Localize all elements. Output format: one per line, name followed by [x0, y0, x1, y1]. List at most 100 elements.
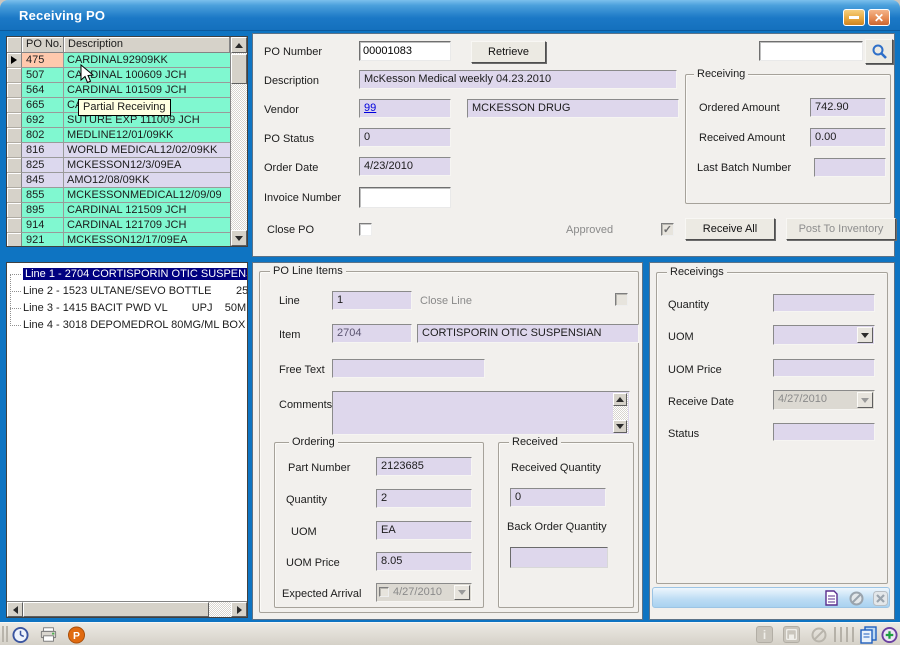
row-selector[interactable]	[7, 98, 22, 113]
po-no-cell[interactable]: 475	[22, 53, 64, 68]
line-field[interactable]: 1	[332, 291, 412, 310]
po-no-cell[interactable]: 845	[22, 173, 64, 188]
received-quantity-field[interactable]: 0	[510, 488, 606, 507]
uom-price-field[interactable]: 8.05	[376, 552, 472, 571]
po-no-cell[interactable]: 914	[22, 218, 64, 233]
scroll-up-button[interactable]	[613, 393, 627, 406]
comments-scrollbar[interactable]	[613, 393, 628, 433]
rcv-status-field[interactable]	[773, 423, 875, 441]
scroll-up-button[interactable]	[231, 37, 247, 53]
table-row[interactable]: 507CARDINAL 100609 JCH	[7, 68, 247, 83]
row-selector[interactable]	[7, 128, 22, 143]
po-status-field[interactable]: 0	[359, 128, 451, 147]
description-cell[interactable]: WORLD MEDICAL12/02/09KK	[64, 143, 232, 158]
row-selector[interactable]	[7, 143, 22, 158]
scroll-right-button[interactable]	[231, 602, 247, 617]
table-row[interactable]: 845AMO12/08/09KK	[7, 173, 247, 188]
retrieve-button[interactable]: Retrieve	[471, 41, 546, 63]
table-row[interactable]: 816WORLD MEDICAL12/02/09KK	[7, 143, 247, 158]
row-selector[interactable]	[7, 188, 22, 203]
scrollbar-thumb[interactable]	[23, 602, 209, 617]
tree-item[interactable]: Line 2 - 1523 ULTANE/SEVO BOTTLE 250	[7, 283, 247, 300]
description-column-header[interactable]: Description	[64, 37, 230, 53]
po-no-cell[interactable]: 825	[22, 158, 64, 173]
row-selector[interactable]	[7, 173, 22, 188]
grid-vertical-scrollbar[interactable]	[230, 37, 247, 246]
item-name-field[interactable]: CORTISPORIN OTIC SUSPENSIAN	[417, 324, 639, 343]
printer-icon[interactable]	[40, 626, 57, 643]
table-row[interactable]: 475CARDINAL92909KK	[7, 53, 247, 68]
row-selector[interactable]	[7, 233, 22, 247]
po-no-cell[interactable]: 802	[22, 128, 64, 143]
quantity-field[interactable]: 2	[376, 489, 472, 508]
back-order-quantity-field[interactable]	[510, 547, 608, 568]
description-cell[interactable]: CARDINAL 121709 JCH	[64, 218, 232, 233]
receive-all-button[interactable]: Receive All	[685, 218, 775, 240]
scrollbar-thumb[interactable]	[231, 54, 247, 84]
po-no-cell[interactable]: 564	[22, 83, 64, 98]
vendor-code-link[interactable]: 99	[364, 102, 376, 114]
po-no-cell[interactable]: 692	[22, 113, 64, 128]
order-date-field[interactable]: 4/23/2010	[359, 157, 451, 176]
ordered-amount-field[interactable]: 742.90	[810, 98, 886, 117]
close-button[interactable]: ✕	[868, 9, 890, 26]
add-icon[interactable]	[881, 626, 898, 643]
row-selector[interactable]	[7, 158, 22, 173]
copy-icon[interactable]	[858, 626, 878, 643]
document-icon[interactable]	[823, 590, 839, 606]
rcv-uom-combo[interactable]	[773, 325, 875, 345]
row-selector[interactable]	[7, 83, 22, 98]
row-selector[interactable]	[7, 113, 22, 128]
description-cell[interactable]: MCKESSON12/3/09EA	[64, 158, 232, 173]
minimize-button[interactable]	[843, 9, 865, 26]
description-cell[interactable]: MCKESSON12/17/09EA	[64, 233, 232, 247]
tree-horizontal-scrollbar[interactable]	[7, 601, 247, 617]
description-cell[interactable]: MCKESSONMEDICAL12/09/09	[64, 188, 232, 203]
part-number-field[interactable]: 2123685	[376, 457, 472, 476]
post-to-inventory-button[interactable]: Post To Inventory	[786, 218, 896, 240]
table-row[interactable]: 921MCKESSON12/17/09EA	[7, 233, 247, 247]
uom-field[interactable]: EA	[376, 521, 472, 540]
free-text-field[interactable]	[332, 359, 485, 378]
table-row[interactable]: 855MCKESSONMEDICAL12/09/09	[7, 188, 247, 203]
close-po-checkbox[interactable]	[359, 223, 372, 236]
description-cell[interactable]: MEDLINE12/01/09KK	[64, 128, 232, 143]
tree-item[interactable]: Line 1 - 2704 CORTISPORIN OTIC SUSPENSIA…	[7, 266, 247, 283]
received-amount-field[interactable]: 0.00	[810, 128, 886, 147]
dropdown-button[interactable]	[857, 327, 873, 343]
search-button[interactable]	[865, 39, 893, 64]
rcv-uom-price-field[interactable]	[773, 359, 875, 377]
row-selector[interactable]	[7, 53, 22, 68]
row-selector[interactable]	[7, 68, 22, 83]
po-no-cell[interactable]: 855	[22, 188, 64, 203]
table-row[interactable]: 802MEDLINE12/01/09KK	[7, 128, 247, 143]
scroll-down-button[interactable]	[613, 420, 627, 433]
comments-field[interactable]	[332, 391, 630, 435]
row-selector[interactable]	[7, 218, 22, 233]
po-no-cell[interactable]: 665	[22, 98, 64, 113]
scroll-down-button[interactable]	[231, 230, 247, 246]
table-row[interactable]: 914CARDINAL 121709 JCH	[7, 218, 247, 233]
table-row[interactable]: 825MCKESSON12/3/09EA	[7, 158, 247, 173]
description-field[interactable]: McKesson Medical weekly 04.23.2010	[359, 70, 677, 89]
row-selector[interactable]	[7, 203, 22, 218]
vendor-code-field[interactable]: 99	[359, 99, 451, 118]
last-batch-number-field[interactable]	[814, 158, 886, 177]
description-cell[interactable]: CARDINAL 121509 JCH	[64, 203, 232, 218]
po-no-cell[interactable]: 895	[22, 203, 64, 218]
scroll-left-button[interactable]	[7, 602, 23, 617]
tree-item[interactable]: Line 3 - 1415 BACIT PWD VL UPJ 50MU	[7, 300, 247, 317]
p-app-icon[interactable]: P	[68, 626, 85, 643]
clock-icon[interactable]	[12, 626, 29, 643]
po-no-cell[interactable]: 816	[22, 143, 64, 158]
rcv-quantity-field[interactable]	[773, 294, 875, 312]
po-no-cell[interactable]: 507	[22, 68, 64, 83]
invoice-number-input[interactable]	[359, 187, 451, 208]
table-row[interactable]: 564CARDINAL 101509 JCH	[7, 83, 247, 98]
po-number-input[interactable]	[359, 41, 451, 61]
po-no-column-header[interactable]: PO No.	[22, 37, 64, 53]
table-row[interactable]: 895CARDINAL 121509 JCH	[7, 203, 247, 218]
vendor-name-field[interactable]: MCKESSON DRUG	[467, 99, 679, 118]
description-cell[interactable]: AMO12/08/09KK	[64, 173, 232, 188]
tree-item[interactable]: Line 4 - 3018 DEPOMEDROL 80MG/ML BOX	[7, 317, 247, 334]
